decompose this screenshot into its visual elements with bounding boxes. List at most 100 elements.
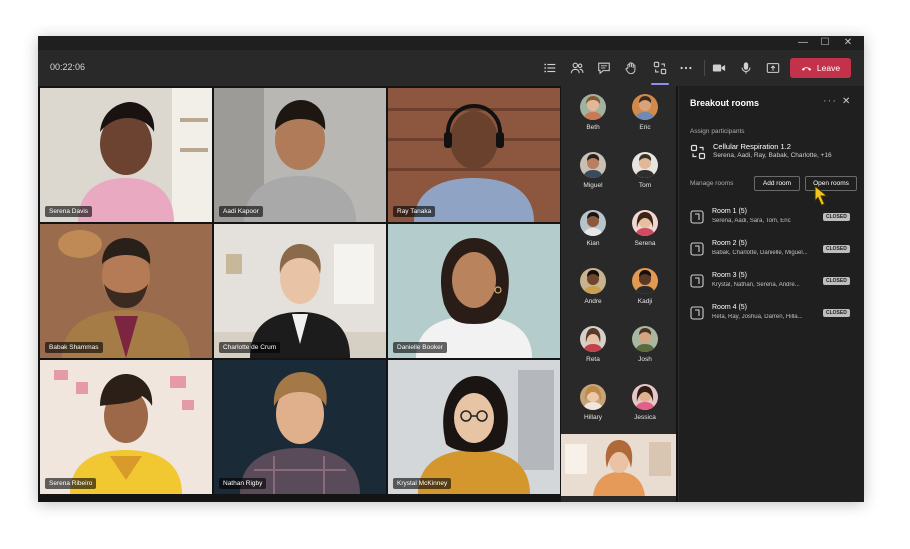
roster-name: Reta [586, 356, 600, 363]
roster-participant[interactable]: Hillary [570, 384, 616, 436]
roster-name: Eric [639, 124, 651, 131]
room-item[interactable]: Room 3 (5) Krystal, Nathan, Serena, Andr… [690, 270, 860, 294]
video-tile[interactable]: Charlotte de Crum [214, 224, 386, 358]
participant-name: Serena Ribeiro [45, 478, 97, 489]
self-video-feed [561, 434, 676, 496]
teams-meeting-window: — ☐ ✕ 00:22:06 Leave Serena Davis Aadi K… [38, 36, 864, 502]
raise-hand-button[interactable] [621, 58, 641, 78]
manage-rooms-label: Manage rooms [690, 180, 734, 187]
video-tile[interactable]: Babak Shammas [40, 224, 212, 358]
chat-button[interactable] [594, 58, 614, 78]
participant-name: Serena Davis [45, 206, 93, 217]
avatar [580, 94, 606, 120]
participant-name: Babak Shammas [45, 342, 103, 353]
room-door-icon [690, 274, 704, 288]
room-members: Serena, Aadi, Sara, Tom, Eric [712, 218, 791, 224]
avatar [580, 384, 606, 410]
video-tile[interactable]: Aadi Kapoor [214, 88, 386, 222]
video-tile[interactable]: Serena Ribeiro [40, 360, 212, 494]
chat-icon [598, 62, 610, 75]
participants-button[interactable] [567, 58, 587, 78]
list-icon [544, 63, 556, 73]
roster-participant[interactable]: Andre [570, 268, 616, 320]
maximize-button[interactable]: ☐ [818, 37, 832, 49]
panel-close-button[interactable]: ✕ [842, 96, 850, 107]
avatar [580, 152, 606, 178]
roster-name: Serena [634, 240, 656, 247]
video-tile[interactable]: Danielle Booker [388, 224, 560, 358]
participant-video [388, 360, 560, 494]
meeting-stage: Serena Davis Aadi Kapoor Ray Tanaka Baba… [38, 86, 864, 502]
roster-participant[interactable]: Eric [622, 94, 668, 146]
room-status-badge: CLOSED [823, 213, 850, 221]
list-button[interactable] [540, 58, 560, 78]
people-icon [570, 62, 584, 74]
video-tile[interactable]: Krystal McKinney [388, 360, 560, 494]
camera-button[interactable] [709, 58, 729, 78]
roster-participant[interactable]: Miguel [570, 152, 616, 204]
roster-participant[interactable]: Tom [622, 152, 668, 204]
room-item[interactable]: Room 2 (5) Babak, Charlotte, Danielle, M… [690, 238, 860, 262]
room-status-badge: CLOSED [823, 309, 850, 317]
roster-name: Jessica [634, 414, 656, 421]
video-tile[interactable]: Ray Tanaka [388, 88, 560, 222]
participant-video [40, 224, 212, 358]
avatar [632, 268, 658, 294]
breakout-rooms-button[interactable] [650, 58, 670, 78]
video-tile[interactable]: Nathan Rigby [214, 360, 386, 494]
breakout-rooms-icon [690, 144, 706, 160]
roster-participant[interactable]: Reta [570, 326, 616, 378]
close-window-button[interactable]: ✕ [841, 37, 855, 49]
roster-participant[interactable]: Kadji [622, 268, 668, 320]
roster-name: Tom [638, 182, 652, 189]
share-screen-icon [766, 63, 780, 73]
roster-name: Andre [584, 298, 602, 305]
microphone-button[interactable] [736, 58, 756, 78]
room-members: Babak, Charlotte, Danielle, Miguel... [712, 250, 808, 256]
assign-participants-label: Assign participants [690, 128, 745, 135]
meeting-timer: 00:22:06 [50, 62, 86, 72]
participant-video [388, 224, 560, 358]
minimize-button[interactable]: — [796, 37, 810, 49]
participant-video [54, 370, 194, 494]
panel-more-options-button[interactable]: ··· [823, 95, 837, 107]
add-room-button[interactable]: Add room [754, 176, 800, 191]
raise-hand-icon [625, 62, 636, 75]
room-name: Room 2 (5) [712, 240, 748, 247]
roster-name: Josh [638, 356, 652, 363]
more-actions-button[interactable] [676, 58, 696, 78]
camera-icon [712, 64, 726, 72]
roster-participant[interactable]: Kian [570, 210, 616, 262]
roster-participant[interactable]: Josh [622, 326, 668, 378]
roster-name: Beth [586, 124, 600, 131]
avatar [580, 210, 606, 236]
meeting-toolbar: 00:22:06 Leave [38, 50, 864, 86]
leave-label: Leave [816, 63, 841, 73]
roster-participant[interactable]: Jessica [622, 384, 668, 436]
avatar [632, 210, 658, 236]
phone-hangup-icon [801, 66, 812, 71]
assign-participants-row[interactable]: Cellular Respiration 1.2 Serena, Aadi, R… [690, 142, 860, 164]
self-view-video[interactable] [561, 434, 676, 496]
room-status-badge: CLOSED [823, 245, 850, 253]
participant-name: Charlotte de Crum [219, 342, 281, 353]
avatar [580, 326, 606, 352]
video-tile[interactable]: Serena Davis [40, 88, 212, 222]
room-name: Room 1 (5) [712, 208, 748, 215]
participant-video [214, 244, 386, 358]
title-bar: — ☐ ✕ [38, 36, 864, 50]
room-members: Krystal, Nathan, Serena, Andre... [712, 282, 800, 288]
roster-name: Kadji [637, 298, 653, 305]
avatar [632, 326, 658, 352]
roster-participant[interactable]: Serena [622, 210, 668, 262]
room-item[interactable]: Room 4 (5) Reta, Ray, Joshua, Darren, Hi… [690, 302, 860, 326]
participant-video [214, 88, 356, 222]
leave-button[interactable]: Leave [790, 58, 851, 78]
toolbar-divider [704, 60, 705, 76]
room-item[interactable]: Room 1 (5) Serena, Aadi, Sara, Tom, Eric… [690, 206, 860, 230]
share-screen-button[interactable] [763, 58, 783, 78]
roster-name: Hillary [583, 414, 603, 421]
breakout-rooms-icon [653, 61, 667, 75]
roster-name: Miguel [583, 182, 603, 189]
roster-participant[interactable]: Beth [570, 94, 616, 146]
